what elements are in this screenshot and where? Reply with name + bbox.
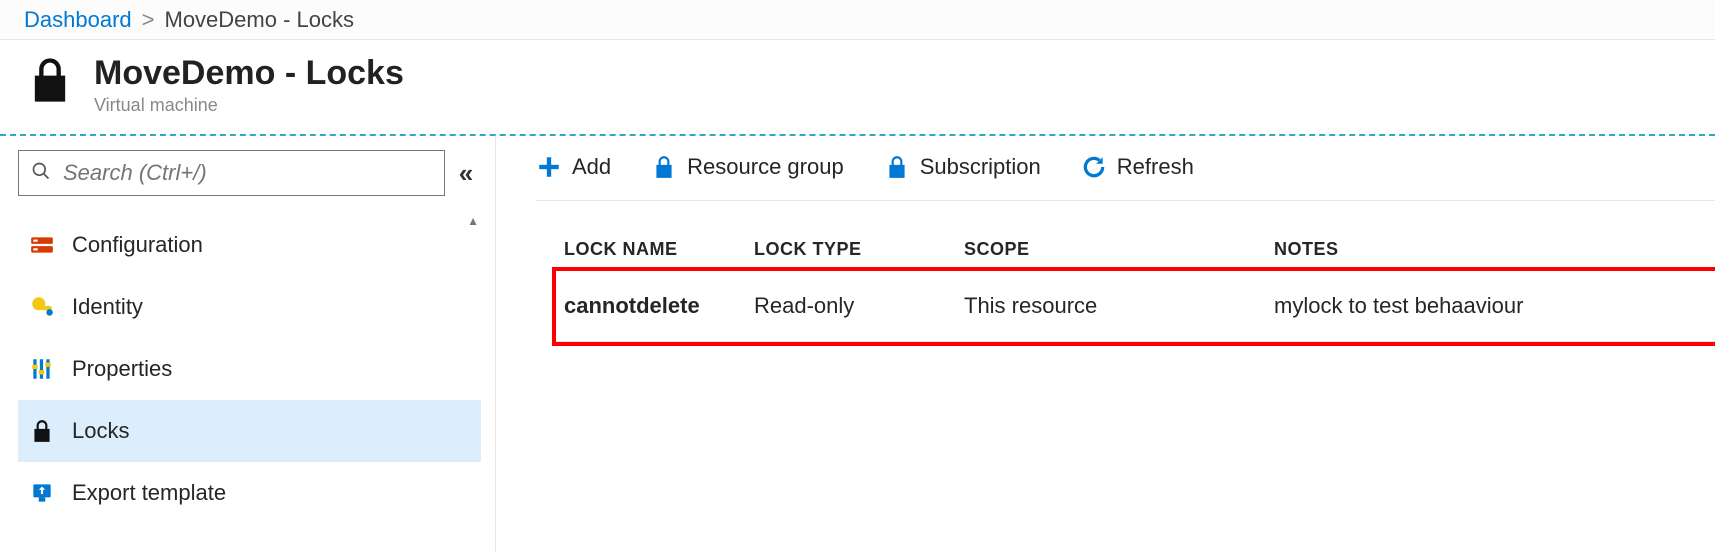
toolbar-label: Subscription — [920, 154, 1041, 180]
cell-scope: This resource — [956, 271, 1266, 342]
refresh-button[interactable]: Refresh — [1081, 154, 1194, 180]
search-input[interactable] — [63, 160, 432, 186]
cell-lock-type: Read-only — [746, 271, 956, 342]
sidebar-item-label: Properties — [72, 356, 172, 382]
breadcrumb-separator: > — [142, 7, 155, 33]
page-title: MoveDemo - Locks — [94, 54, 404, 93]
toolbar-label: Resource group — [687, 154, 844, 180]
lock-icon — [651, 154, 677, 180]
col-scope[interactable]: SCOPE — [956, 229, 1266, 271]
subscription-button[interactable]: Subscription — [884, 154, 1041, 180]
col-notes[interactable]: NOTES — [1266, 229, 1715, 271]
breadcrumb: Dashboard > MoveDemo - Locks — [0, 0, 1715, 40]
sidebar-item-properties[interactable]: Properties — [18, 338, 481, 400]
page-subtitle: Virtual machine — [94, 95, 404, 116]
table-header-row: LOCK NAME LOCK TYPE SCOPE NOTES — [556, 229, 1715, 271]
col-lock-name[interactable]: LOCK NAME — [556, 229, 746, 271]
collapse-sidebar-icon[interactable]: « — [451, 158, 481, 189]
cell-lock-name: cannotdelete — [556, 271, 746, 342]
sidebar-item-label: Identity — [72, 294, 143, 320]
lock-icon — [28, 417, 56, 445]
col-lock-type[interactable]: LOCK TYPE — [746, 229, 956, 271]
add-button[interactable]: Add — [536, 154, 611, 180]
sidebar-item-export-template[interactable]: Export template — [18, 462, 481, 524]
cell-notes: mylock to test behaaviour — [1266, 271, 1715, 342]
configuration-icon — [28, 231, 56, 259]
sidebar-item-identity[interactable]: Identity — [18, 276, 481, 338]
sidebar-nav: ▲ Configuration Identity Properties — [18, 214, 481, 524]
breadcrumb-root-link[interactable]: Dashboard — [24, 7, 132, 33]
toolbar: Add Resource group Subscription Refresh — [536, 154, 1715, 201]
plus-icon — [536, 154, 562, 180]
sidebar-item-locks[interactable]: Locks — [18, 400, 481, 462]
page-header: MoveDemo - Locks Virtual machine — [0, 40, 1715, 136]
locks-table: LOCK NAME LOCK TYPE SCOPE NOTES cannotde… — [556, 229, 1715, 342]
search-icon — [31, 161, 51, 186]
search-wrap — [18, 150, 445, 196]
toolbar-label: Refresh — [1117, 154, 1194, 180]
breadcrumb-current: MoveDemo - Locks — [165, 7, 355, 33]
toolbar-label: Add — [572, 154, 611, 180]
sidebar-item-label: Locks — [72, 418, 129, 444]
sidebar-item-label: Export template — [72, 480, 226, 506]
resource-group-button[interactable]: Resource group — [651, 154, 844, 180]
sidebar-item-label: Configuration — [72, 232, 203, 258]
sidebar: « ▲ Configuration Identity Propert — [0, 136, 496, 552]
main-panel: Add Resource group Subscription Refresh — [496, 136, 1715, 552]
table-row[interactable]: cannotdelete Read-only This resource myl… — [556, 271, 1715, 342]
refresh-icon — [1081, 154, 1107, 180]
export-icon — [28, 479, 56, 507]
scroll-up-icon[interactable]: ▲ — [467, 214, 479, 228]
lock-icon — [24, 54, 76, 111]
lock-icon — [884, 154, 910, 180]
properties-icon — [28, 355, 56, 383]
sidebar-item-configuration[interactable]: Configuration — [18, 214, 481, 276]
identity-icon — [28, 293, 56, 321]
